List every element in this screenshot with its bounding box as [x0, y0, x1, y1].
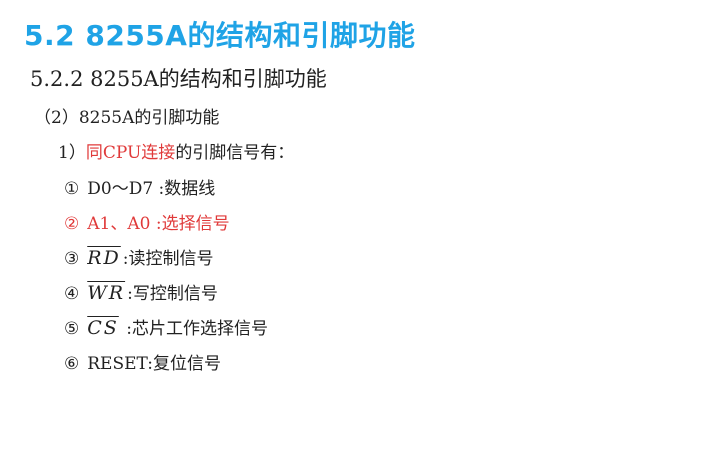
highlight-text: 同CPU连接: [85, 143, 176, 163]
list-item-reset: ⑥ RESET:复位信号: [64, 349, 221, 374]
subsection-prefix: 1）: [58, 143, 86, 163]
slide-title: 5.2 8255A的结构和引脚功能: [24, 19, 416, 52]
item-desc: :芯片工作选择信号: [120, 319, 268, 339]
item-label: RESET: [87, 354, 148, 374]
item-desc: :复位信号: [147, 354, 221, 374]
item-label: A1、A0: [87, 214, 151, 234]
item-number: ①: [64, 179, 80, 199]
signal-name: WR: [87, 282, 126, 304]
signal-name: CS: [87, 317, 119, 339]
list-item-read: ③ RD:读控制信号: [64, 244, 214, 269]
list-item-data-bus: ① D0～D7 :数据线: [64, 174, 215, 199]
item-label: D0～D7: [87, 179, 154, 199]
item-number: ③: [64, 249, 80, 269]
section-heading: 5.2.2 8255A的结构和引脚功能: [30, 67, 327, 91]
item-number: ②: [64, 214, 80, 234]
item-number: ⑥: [64, 354, 80, 374]
subsection-rest: 的引脚信号有：: [175, 143, 295, 163]
list-item-address-select: ② A1、A0 :选择信号: [64, 209, 230, 234]
list-item-chip-select: ⑤ CS :芯片工作选择信号: [64, 314, 268, 339]
item-number: ⑤: [64, 319, 80, 339]
item-number: ④: [64, 284, 80, 304]
item-desc: :数据线: [153, 179, 216, 199]
subsection-heading: （2）8255A的引脚功能: [34, 108, 220, 128]
item-desc: :写控制信号: [127, 284, 218, 304]
subsection-line: 1）同CPU连接的引脚信号有：: [58, 138, 294, 163]
item-desc: :选择信号: [150, 214, 230, 234]
signal-name: RD: [87, 247, 121, 269]
list-item-write: ④ WR:写控制信号: [64, 279, 218, 304]
item-desc: :读控制信号: [122, 249, 214, 269]
